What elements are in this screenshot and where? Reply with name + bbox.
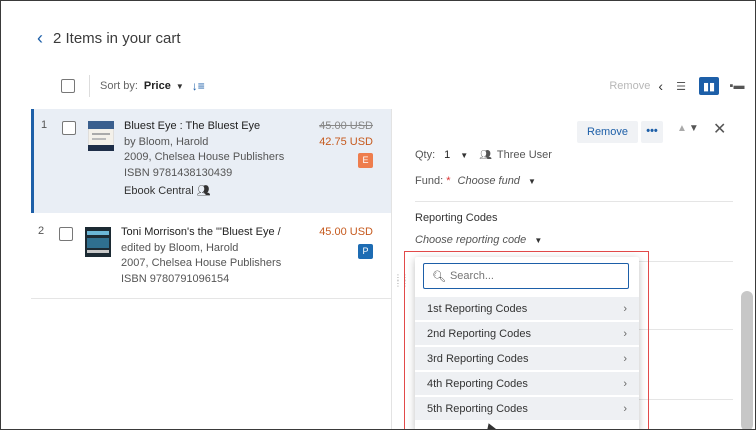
item-list-price: 45.00 USD [319,120,373,132]
remove-selected-button[interactable]: Remove [609,80,650,92]
quantity-dropdown[interactable]: 1 [444,149,450,161]
list-toolbar: Sort by: Price ▼ ↓≡ Remove ‹ ☰ ▮▮ ▪▬ [61,73,755,99]
sort-direction-icon[interactable]: ↓≡ [192,79,205,93]
search-input[interactable] [449,270,610,282]
remove-item-button[interactable]: Remove [577,121,638,143]
item-details: Bluest Eye : The Bluest Eye by Bloom, Ha… [124,119,304,200]
back-chevron-icon[interactable]: ‹ [37,29,43,47]
app-frame: ‹ 2 Items in your cart Sort by: Price ▼ … [0,0,756,430]
book-cover-image [88,121,114,151]
navigate-arrows: ▲▼ [677,123,701,134]
reporting-caret-icon[interactable]: ▼ [534,236,542,245]
item-index: 2 [38,225,45,237]
quantity-caret-icon[interactable]: ▼ [460,151,468,160]
chevron-right-icon: › [623,303,627,315]
section-divider [415,201,733,202]
menu-item[interactable]: 4th Reporting Codes › [415,372,639,396]
reporting-code-menu: 🔍︎ 1st Reporting Codes› 2nd Reporting Co… [415,257,639,429]
up-arrow-icon[interactable]: ▲ [677,123,689,134]
split-view-icon[interactable]: ▮▮ [699,77,719,95]
fund-dropdown[interactable]: Choose fund [458,175,520,187]
close-icon[interactable]: ✕ [713,119,726,139]
chevron-right-icon: › [623,328,627,340]
item-isbn: ISBN 9780791096154 [121,272,230,285]
page-title: 2 Items in your cart [53,29,181,47]
reporting-code-dropdown[interactable]: Choose reporting code ▼ [415,234,542,246]
item-title[interactable]: Toni Morrison's the "'Bluest Eye / [121,225,301,241]
down-arrow-icon[interactable]: ▼ [689,123,701,134]
item-details: Toni Morrison's the "'Bluest Eye / edite… [121,225,301,287]
item-title[interactable]: Bluest Eye : The Bluest Eye [124,119,304,135]
fund-row: Fund: * Choose fund ▼ [415,175,536,187]
item-net-price: 42.75 USD [319,135,373,148]
chevron-right-icon: › [623,378,627,390]
detail-view-icon[interactable]: ▪▬ [727,77,747,95]
item-publisher: 2007, Chelsea House Publishers [121,257,282,269]
item-prices: 45.00 USD P [319,225,373,259]
scrollbar[interactable] [741,291,753,429]
item-prices: 45.00 USD 42.75 USD E [319,119,373,169]
users-icon: 👥︎ [196,185,211,197]
item-isbn: ISBN 9781438130439 [124,166,233,179]
book-cover-image [85,227,111,257]
user-license-label[interactable]: Three User [497,149,552,161]
users-icon: 👥︎ [479,149,492,161]
chevron-right-icon: › [623,353,627,365]
chevron-right-icon: › [623,403,627,415]
item-publisher: 2009, Chelsea House Publishers [124,151,285,163]
menu-item[interactable]: 1st Reporting Codes › [415,297,639,321]
toolbar-actions: Remove ‹ ☰ ▮▮ ▪▬ [609,73,747,99]
sort-caret-icon[interactable]: ▼ [176,82,184,91]
sort-label: Sort by: [100,80,138,92]
list-item[interactable]: 2 Toni Morrison's the "'Bluest Eye / edi… [31,215,391,299]
item-author: edited by Bloom, Harold [121,241,239,254]
item-index: 1 [41,119,48,131]
quantity-row: Qty: 1 ▼ 👥︎ Three User [415,149,552,161]
item-platform: Ebook Central 👥︎ [124,185,211,197]
format-badge-physical: P [358,243,373,259]
select-all-checkbox[interactable] [61,79,75,93]
item-checkbox[interactable] [62,121,76,135]
item-checkbox[interactable] [59,227,73,241]
sort-dropdown[interactable]: Price [144,80,171,92]
required-marker: * [446,175,451,187]
fund-label: Fund: [415,175,444,187]
format-badge-electronic: E [358,153,373,168]
search-field[interactable]: 🔍︎ [423,263,629,289]
item-author: by Bloom, Harold [124,135,209,148]
menu-item[interactable]: 2nd Reporting Codes › [415,322,639,346]
search-icon: 🔍︎ [432,270,446,283]
previous-chevron-icon[interactable]: ‹ [658,78,663,94]
fund-caret-icon[interactable]: ▼ [528,177,536,186]
item-net-price: 45.00 USD [319,226,373,238]
more-actions-button[interactable]: ••• [641,121,663,143]
page-header: ‹ 2 Items in your cart [37,29,181,47]
pane-divider [391,109,392,429]
quantity-label: Qty: [415,149,436,161]
toolbar-divider [89,75,90,97]
list-item[interactable]: 1 Bluest Eye : The Bluest Eye by Bloom, … [31,109,391,213]
menu-item[interactable]: 5th Reporting Codes › [415,397,639,421]
list-view-icon[interactable]: ☰ [671,77,691,95]
reporting-codes-label: Reporting Codes [415,212,498,224]
menu-item[interactable]: 3rd Reporting Codes › [415,347,639,371]
